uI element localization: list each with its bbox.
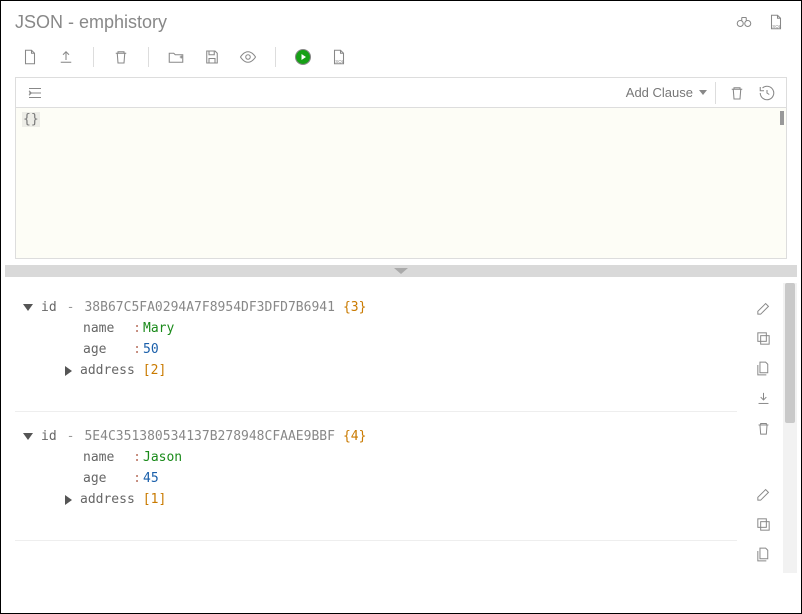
sql-document-icon[interactable]: SQL bbox=[328, 46, 350, 68]
result-document: id - 5E4C351380534137B278948CFAAE9BBF {4… bbox=[15, 412, 737, 541]
results-scrollbar[interactable] bbox=[783, 283, 797, 573]
add-clause-dropdown[interactable]: Add Clause bbox=[618, 83, 715, 102]
collapse-toggle[interactable] bbox=[23, 304, 33, 311]
id-key: id bbox=[41, 429, 57, 444]
binoculars-icon[interactable] bbox=[733, 11, 755, 33]
page-title: JSON - emphistory bbox=[15, 12, 167, 33]
dash-separator: - bbox=[65, 300, 77, 315]
field-count-badge: {4} bbox=[343, 429, 366, 444]
id-value: 5E4C351380534137B278948CFAAE9BBF bbox=[84, 429, 334, 444]
field-count-badge: {3} bbox=[343, 300, 366, 315]
results-list: id - 38B67C5FA0294A7F8954DF3DFD7B6941 {3… bbox=[15, 283, 743, 573]
editor-header: Add Clause bbox=[16, 78, 786, 108]
colon: : bbox=[131, 321, 143, 336]
edit-icon[interactable] bbox=[752, 297, 774, 319]
result-document: id - 38B67C5FA0294A7F8954DF3DFD7B6941 {3… bbox=[15, 283, 737, 412]
clear-editor-icon[interactable] bbox=[726, 82, 748, 104]
copy-icon[interactable] bbox=[752, 327, 774, 349]
pane-splitter[interactable] bbox=[5, 265, 797, 277]
field-row: age : 50 bbox=[23, 339, 729, 360]
title-actions: SQL bbox=[733, 11, 787, 33]
trash-icon[interactable] bbox=[110, 46, 132, 68]
delete-icon[interactable] bbox=[752, 417, 774, 439]
field-value: Mary bbox=[143, 321, 174, 336]
field-row: age : 45 bbox=[23, 468, 729, 489]
download-icon[interactable] bbox=[752, 387, 774, 409]
main-toolbar: SQL bbox=[1, 41, 801, 77]
eye-icon[interactable] bbox=[237, 46, 259, 68]
field-row: name : Mary bbox=[23, 318, 729, 339]
field-key: name bbox=[83, 450, 131, 465]
nested-key: address bbox=[80, 363, 135, 378]
field-value: 50 bbox=[143, 342, 159, 357]
duplicate-doc-icon[interactable] bbox=[752, 543, 774, 565]
query-editor: Add Clause {} bbox=[15, 77, 787, 259]
upload-icon[interactable] bbox=[55, 46, 77, 68]
colon: : bbox=[131, 471, 143, 486]
title-bar: JSON - emphistory SQL bbox=[1, 1, 801, 41]
copy-icon[interactable] bbox=[752, 513, 774, 535]
scrollbar-thumb[interactable] bbox=[785, 283, 795, 423]
field-key: age bbox=[83, 471, 131, 486]
svg-text:SQL: SQL bbox=[772, 24, 782, 29]
edit-icon[interactable] bbox=[752, 483, 774, 505]
dash-separator: - bbox=[65, 429, 77, 444]
toolbar-separator bbox=[275, 47, 276, 67]
expand-toggle[interactable] bbox=[65, 495, 72, 505]
colon: : bbox=[131, 342, 143, 357]
field-value: 45 bbox=[143, 471, 159, 486]
export-sql-icon[interactable]: SQL bbox=[765, 11, 787, 33]
id-value: 38B67C5FA0294A7F8954DF3DFD7B6941 bbox=[84, 300, 334, 315]
run-button[interactable] bbox=[292, 46, 314, 68]
id-key: id bbox=[41, 300, 57, 315]
line-marker bbox=[780, 111, 784, 125]
new-document-icon[interactable] bbox=[19, 46, 41, 68]
toolbar-separator bbox=[148, 47, 149, 67]
field-row: name : Jason bbox=[23, 447, 729, 468]
results-pane: id - 38B67C5FA0294A7F8954DF3DFD7B6941 {3… bbox=[15, 283, 797, 573]
save-icon[interactable] bbox=[201, 46, 223, 68]
nested-key: address bbox=[80, 492, 135, 507]
history-icon[interactable] bbox=[756, 82, 778, 104]
field-key: age bbox=[83, 342, 131, 357]
toolbar-separator bbox=[93, 47, 94, 67]
array-count-badge: [1] bbox=[143, 492, 166, 507]
chevron-down-icon bbox=[699, 90, 707, 95]
add-clause-label: Add Clause bbox=[626, 85, 693, 100]
folder-open-icon[interactable] bbox=[165, 46, 187, 68]
result-actions bbox=[743, 283, 783, 573]
editor-textarea[interactable]: {} bbox=[16, 108, 786, 258]
field-key: name bbox=[83, 321, 131, 336]
collapse-toggle[interactable] bbox=[23, 433, 33, 440]
colon: : bbox=[131, 450, 143, 465]
duplicate-doc-icon[interactable] bbox=[752, 357, 774, 379]
field-value: Jason bbox=[143, 450, 182, 465]
svg-text:SQL: SQL bbox=[335, 59, 345, 64]
format-indent-icon[interactable] bbox=[24, 82, 46, 104]
editor-content: {} bbox=[22, 112, 40, 127]
expand-toggle[interactable] bbox=[65, 366, 72, 376]
array-count-badge: [2] bbox=[143, 363, 166, 378]
